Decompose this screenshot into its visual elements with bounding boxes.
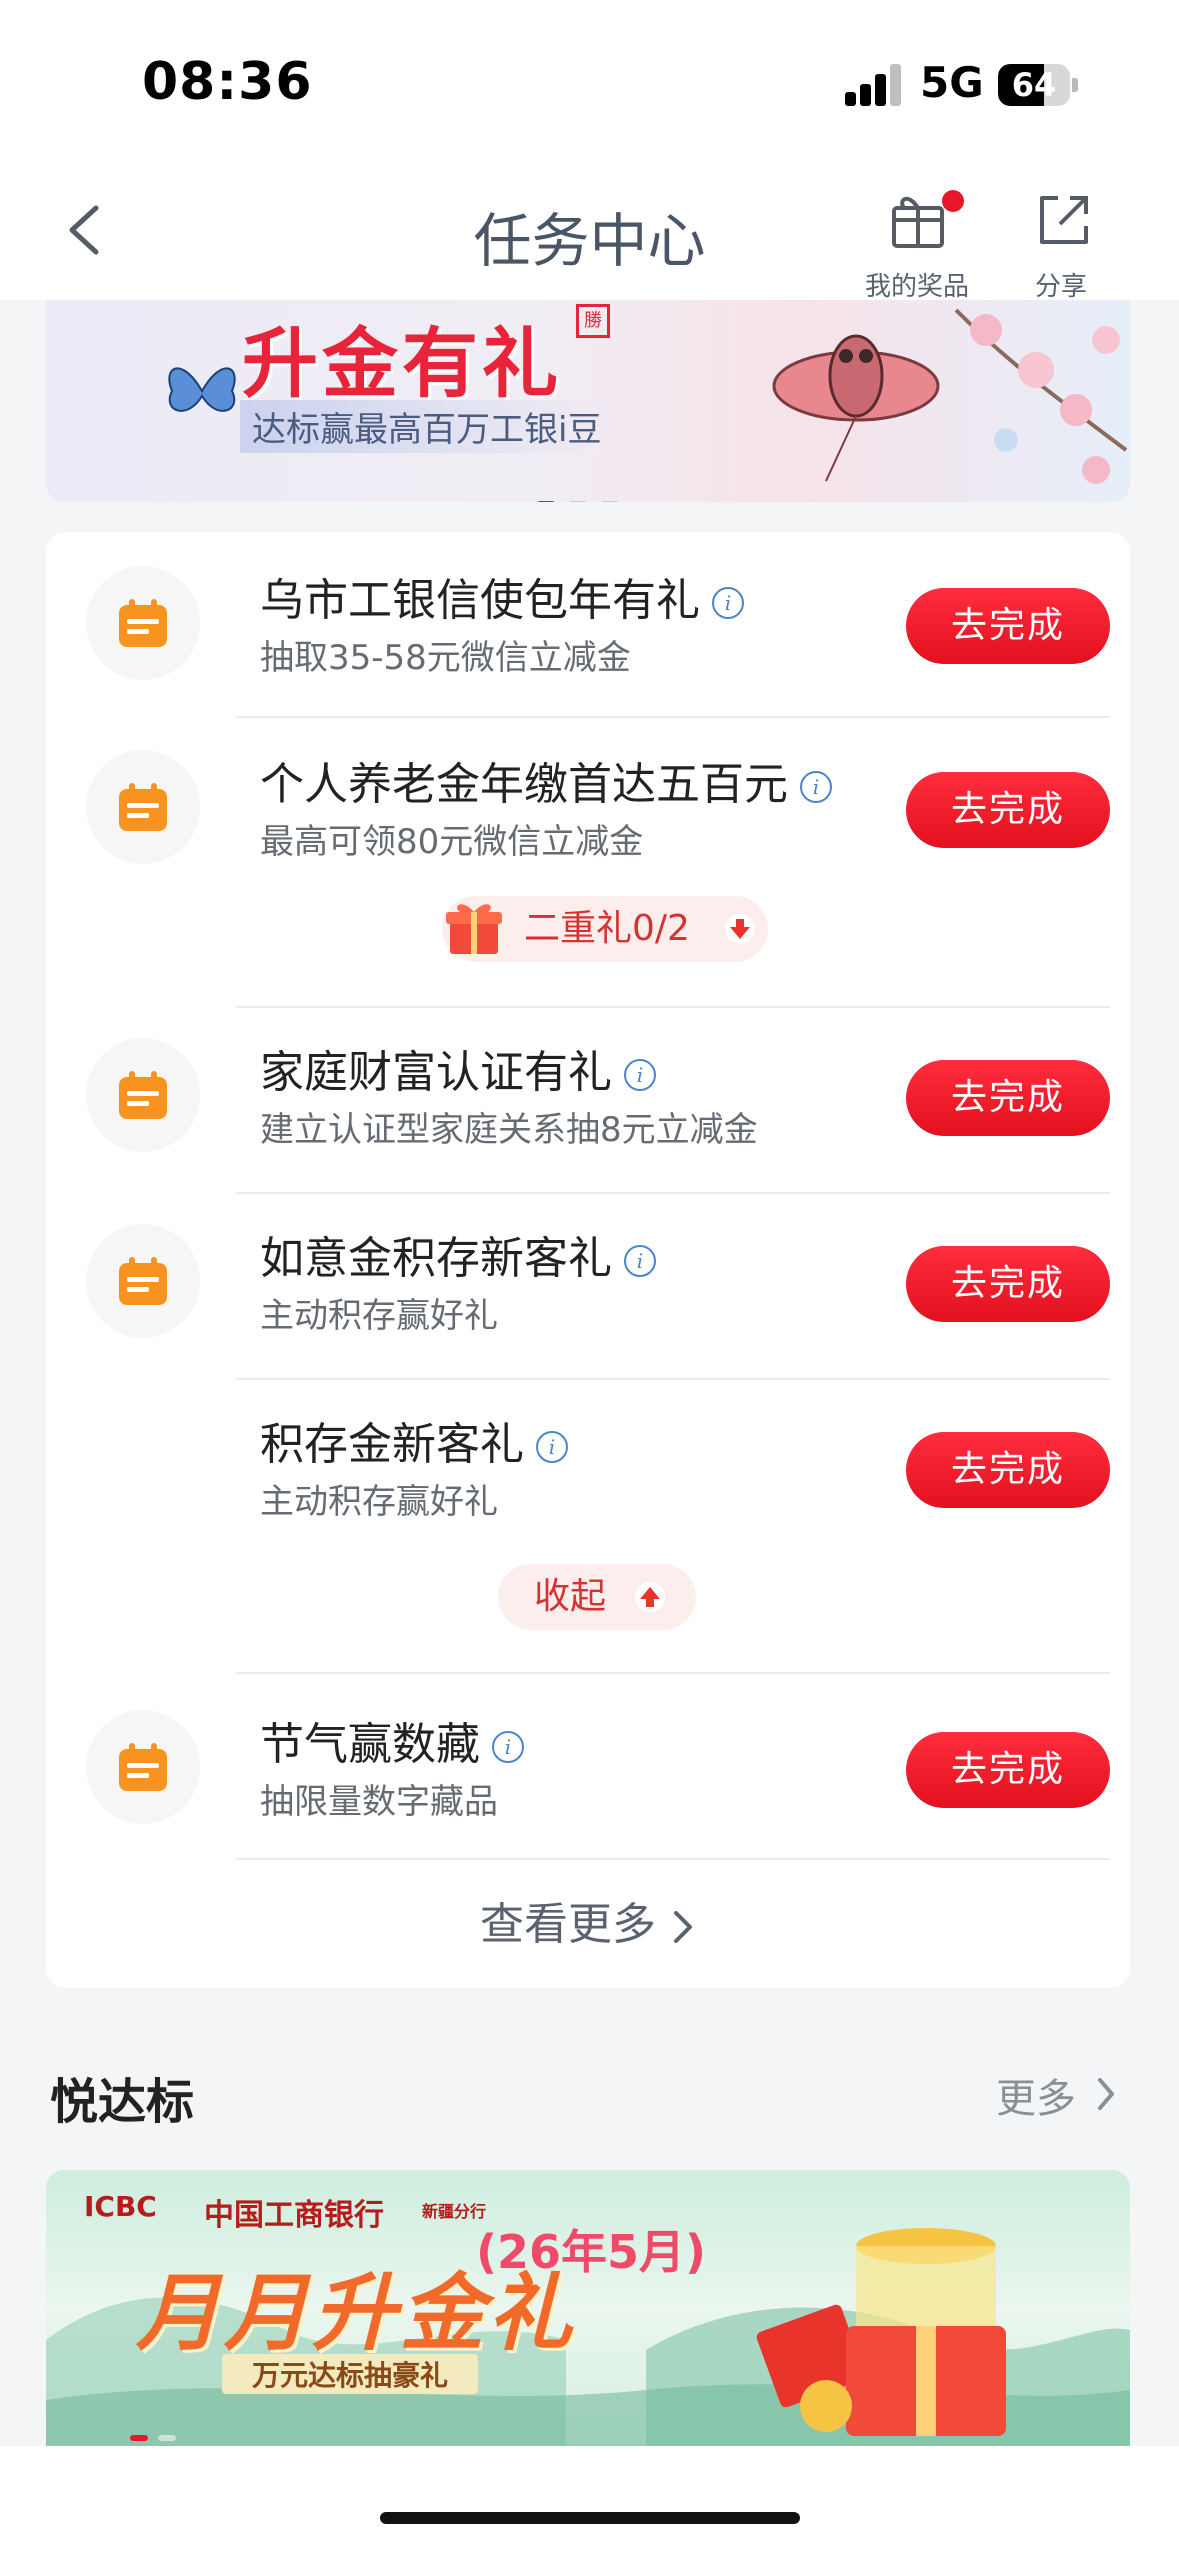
cellular-signal-icon bbox=[845, 64, 901, 106]
task-description: 最高可领80元微信立减金 bbox=[260, 822, 644, 862]
arrow-up-icon bbox=[635, 1582, 665, 1612]
divider bbox=[236, 1672, 1110, 1674]
share-button[interactable]: 分享 bbox=[996, 182, 1126, 302]
task-icon bbox=[86, 566, 200, 680]
promo-subtitle: 万元达标抽豪礼 bbox=[222, 2354, 479, 2394]
task-icon bbox=[86, 1224, 200, 1338]
promo-title: 月月升金礼 bbox=[136, 2264, 577, 2362]
divider bbox=[236, 1192, 1110, 1194]
complete-task-button[interactable]: 去完成 bbox=[906, 1060, 1110, 1136]
gift-icon bbox=[892, 196, 944, 248]
info-icon[interactable]: i bbox=[536, 1431, 568, 1463]
task-title: 个人养老金年缴首达五百元 i bbox=[260, 748, 832, 812]
task-description: 抽取35-58元微信立减金 bbox=[260, 638, 631, 678]
section-title: 悦达标 bbox=[50, 2074, 195, 2130]
info-icon[interactable]: i bbox=[492, 1731, 524, 1763]
gift-box-illustration bbox=[756, 2228, 1006, 2436]
home-indicator[interactable] bbox=[380, 2512, 800, 2524]
second-gift-toggle[interactable]: 二重礼0/2 bbox=[442, 896, 768, 962]
nav-bar: 任务中心 我的奖品 分享 bbox=[0, 160, 1179, 302]
info-icon[interactable]: i bbox=[800, 771, 832, 803]
share-icon bbox=[1040, 196, 1088, 244]
chevron-right-icon bbox=[674, 1911, 692, 1943]
battery-icon: 64 bbox=[998, 64, 1070, 106]
complete-task-button[interactable]: 去完成 bbox=[906, 772, 1110, 848]
task-description: 建立认证型家庭关系抽8元立减金 bbox=[260, 1110, 758, 1150]
task-description: 主动积存赢好礼 bbox=[260, 1296, 498, 1336]
task-description: 抽限量数字藏品 bbox=[260, 1782, 498, 1822]
task-icon bbox=[86, 750, 200, 864]
banner-stamp: 勝 bbox=[576, 304, 610, 338]
promo-card-carousel[interactable]: ICBC 中国工商银行 新疆分行 (26年5月) 月月升金礼 万元达标抽豪礼 bbox=[46, 2170, 1130, 2446]
battery-cap bbox=[1072, 78, 1078, 92]
complete-task-button[interactable]: 去完成 bbox=[906, 1432, 1110, 1508]
red-gift-icon bbox=[446, 904, 502, 954]
divider bbox=[236, 716, 1110, 718]
view-more-label: 查看更多 bbox=[480, 1899, 656, 1950]
calendar-icon bbox=[119, 783, 167, 831]
calendar-icon bbox=[119, 1071, 167, 1119]
bank-name: 中国工商银行 bbox=[204, 2198, 384, 2233]
notification-dot bbox=[942, 190, 964, 212]
share-label: 分享 bbox=[1034, 272, 1087, 302]
battery-percent: 64 bbox=[1011, 66, 1057, 104]
status-bar: 08:36 5G 64 bbox=[0, 0, 1179, 160]
task-title: 乌市工银信使包年有礼 i bbox=[260, 564, 744, 628]
collapse-label: 收起 bbox=[534, 1576, 607, 1617]
task-title: 节气赢数藏 i bbox=[260, 1708, 524, 1772]
task-title: 家庭财富认证有礼 i bbox=[260, 1036, 656, 1100]
info-icon[interactable]: i bbox=[624, 1059, 656, 1091]
view-more-link[interactable]: 查看更多 bbox=[46, 1888, 1130, 1952]
calendar-icon bbox=[119, 1743, 167, 1791]
banner-pagination bbox=[536, 494, 632, 502]
bottom-safe-area bbox=[0, 2446, 1179, 2556]
info-icon[interactable]: i bbox=[624, 1245, 656, 1277]
task-icon bbox=[86, 1038, 200, 1152]
pagination-dot[interactable] bbox=[568, 501, 588, 502]
banner-title: 升金有礼 bbox=[242, 319, 562, 408]
info-icon[interactable]: i bbox=[712, 587, 744, 619]
task-title: 如意金积存新客礼 i bbox=[260, 1222, 656, 1286]
complete-task-button[interactable]: 去完成 bbox=[906, 588, 1110, 664]
butterfly-illustration bbox=[168, 367, 236, 412]
second-gift-label: 二重礼0/2 bbox=[524, 908, 690, 949]
task-title: 积存金新客礼 i bbox=[260, 1408, 568, 1472]
task-description: 主动积存赢好礼 bbox=[260, 1482, 498, 1522]
divider bbox=[236, 1378, 1110, 1380]
section-more-link[interactable]: 更多 bbox=[996, 2066, 1076, 2124]
task-list-card: 乌市工银信使包年有礼 i 抽取35-58元微信立减金 去完成 个人养老金年缴首达五… bbox=[46, 532, 1130, 1988]
complete-task-button[interactable]: 去完成 bbox=[906, 1732, 1110, 1808]
banner-subtitle: 达标赢最高百万工银i豆 bbox=[240, 400, 614, 453]
calendar-icon bbox=[119, 1257, 167, 1305]
my-prizes-button[interactable]: 我的奖品 bbox=[852, 182, 982, 302]
divider bbox=[236, 1858, 1110, 1860]
chevron-right-icon[interactable] bbox=[1094, 2074, 1118, 2114]
icbc-logo-text: ICBC bbox=[84, 2190, 157, 2223]
kite-illustration bbox=[772, 334, 940, 482]
promo-banner-carousel[interactable]: 升金有礼 勝 达标赢最高百万工银i豆 bbox=[46, 300, 1130, 502]
divider bbox=[236, 1006, 1110, 1008]
arrow-down-icon bbox=[725, 914, 755, 944]
blossom-branch-illustration bbox=[954, 308, 1128, 484]
calendar-icon bbox=[119, 599, 167, 647]
complete-task-button[interactable]: 去完成 bbox=[906, 1246, 1110, 1322]
my-prizes-label: 我的奖品 bbox=[864, 272, 969, 302]
pagination-dot[interactable] bbox=[130, 2435, 148, 2441]
task-icon bbox=[86, 1710, 200, 1824]
promo-pagination bbox=[130, 2426, 186, 2445]
pagination-dot[interactable] bbox=[600, 501, 620, 502]
pagination-dot[interactable] bbox=[158, 2435, 176, 2441]
status-time: 08:36 bbox=[142, 52, 313, 112]
collapse-toggle[interactable]: 收起 bbox=[498, 1564, 696, 1630]
network-type: 5G bbox=[920, 58, 984, 107]
pagination-dot[interactable] bbox=[536, 501, 556, 502]
